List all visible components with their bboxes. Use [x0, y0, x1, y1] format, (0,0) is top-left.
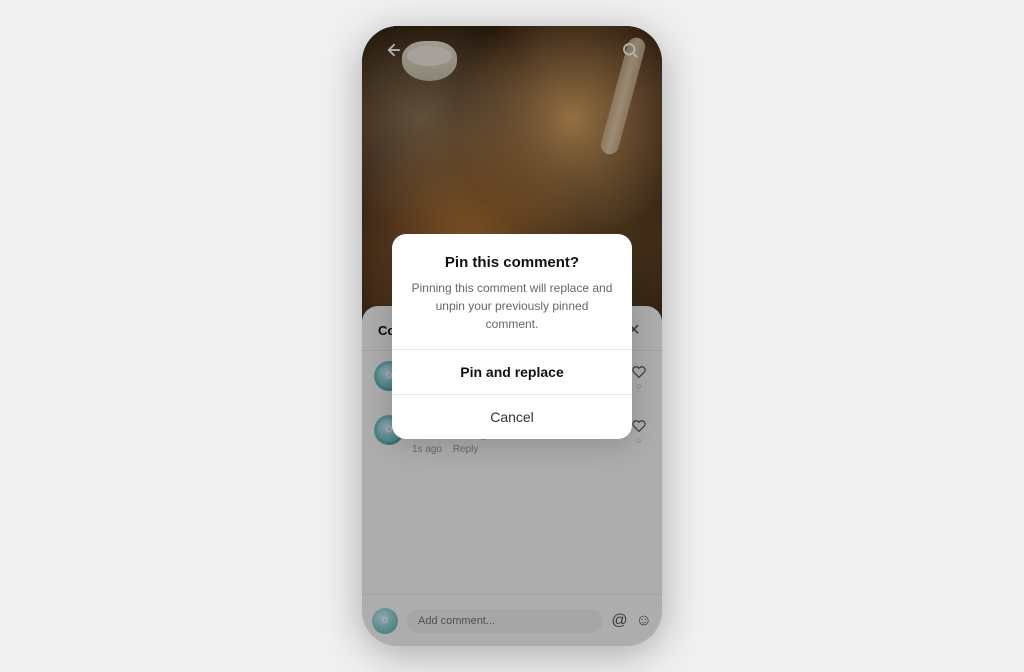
modal-description: Pinning this comment will replace and un… — [408, 279, 616, 333]
cancel-button[interactable]: Cancel — [392, 395, 632, 439]
pin-comment-modal: Pin this comment? Pinning this comment w… — [392, 234, 632, 439]
pin-and-replace-button[interactable]: Pin and replace — [392, 350, 632, 394]
phone-frame: Comm ✕ r_r_mike Funny video 😄 1s ago Rep… — [362, 26, 662, 646]
modal-content: Pin this comment? Pinning this comment w… — [392, 234, 632, 349]
modal-title: Pin this comment? — [408, 254, 616, 271]
phone-inner: Comm ✕ r_r_mike Funny video 😄 1s ago Rep… — [362, 26, 662, 646]
modal-overlay: Pin this comment? Pinning this comment w… — [362, 26, 662, 646]
